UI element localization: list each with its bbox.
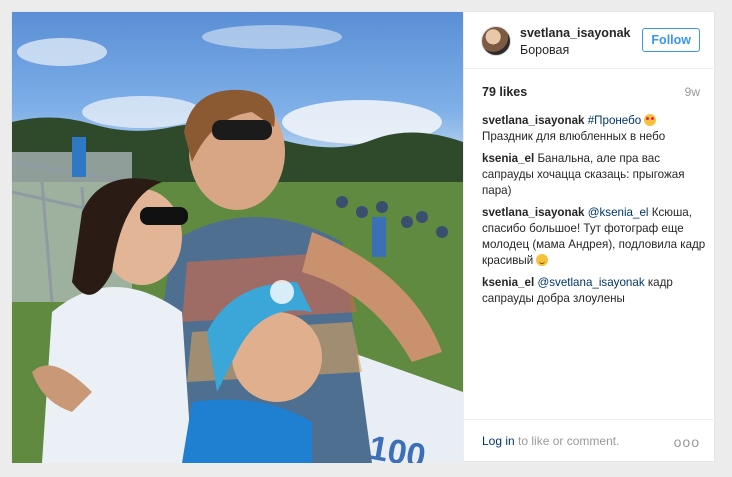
location[interactable]: Боровая xyxy=(520,43,569,57)
post-card: A-100 svetlana_isayonak Боровая Follow 7… xyxy=(11,11,716,463)
comment-username[interactable]: svetlana_isayonak xyxy=(482,114,584,127)
heart-eyes-emoji-icon xyxy=(644,114,657,126)
avatar[interactable] xyxy=(481,26,511,56)
comments-list: svetlana_isayonak #Пронебо Праздник для … xyxy=(482,113,706,313)
likes-row: 79 likes 9w xyxy=(482,85,700,101)
post-header: svetlana_isayonak Боровая Follow xyxy=(464,12,716,69)
comment-item: ksenia_el Банальна, але пра вас сапрауды… xyxy=(482,151,706,199)
photo-illustration: A-100 xyxy=(12,25,463,463)
comment-item: svetlana_isayonak @ksenia_el Ксюша, спас… xyxy=(482,205,706,269)
comment-username[interactable]: ksenia_el xyxy=(482,276,534,289)
likes-count[interactable]: 79 likes xyxy=(482,85,527,99)
comment-item: svetlana_isayonak #Пронебо Праздник для … xyxy=(482,113,706,145)
comment-text: Праздник для влюбленных в небо xyxy=(482,130,666,143)
follow-button[interactable]: Follow xyxy=(642,28,700,52)
comment-username[interactable]: ksenia_el xyxy=(482,152,534,165)
username[interactable]: svetlana_isayonak xyxy=(520,26,631,40)
comment-link[interactable]: @svetlana_isayonak xyxy=(537,276,644,289)
post-photo[interactable]: A-100 xyxy=(12,12,463,463)
login-prompt: Log in to like or comment. xyxy=(482,434,619,448)
post-footer: Log in to like or comment. ooo xyxy=(464,419,716,463)
post-sidebar: svetlana_isayonak Боровая Follow 79 like… xyxy=(463,12,716,463)
comment-link[interactable]: #Пронебо xyxy=(588,114,642,127)
comment-link[interactable]: @ksenia_el xyxy=(588,206,649,219)
comment-item: ksenia_el @svetlana_isayonak кадр сапрау… xyxy=(482,275,706,307)
more-options-icon[interactable]: ooo xyxy=(674,434,700,450)
comment-username[interactable]: svetlana_isayonak xyxy=(482,206,584,219)
post-time: 9w xyxy=(684,85,700,99)
smile-emoji-icon xyxy=(536,254,549,266)
login-rest: to like or comment. xyxy=(514,434,620,448)
login-link[interactable]: Log in xyxy=(482,434,515,448)
